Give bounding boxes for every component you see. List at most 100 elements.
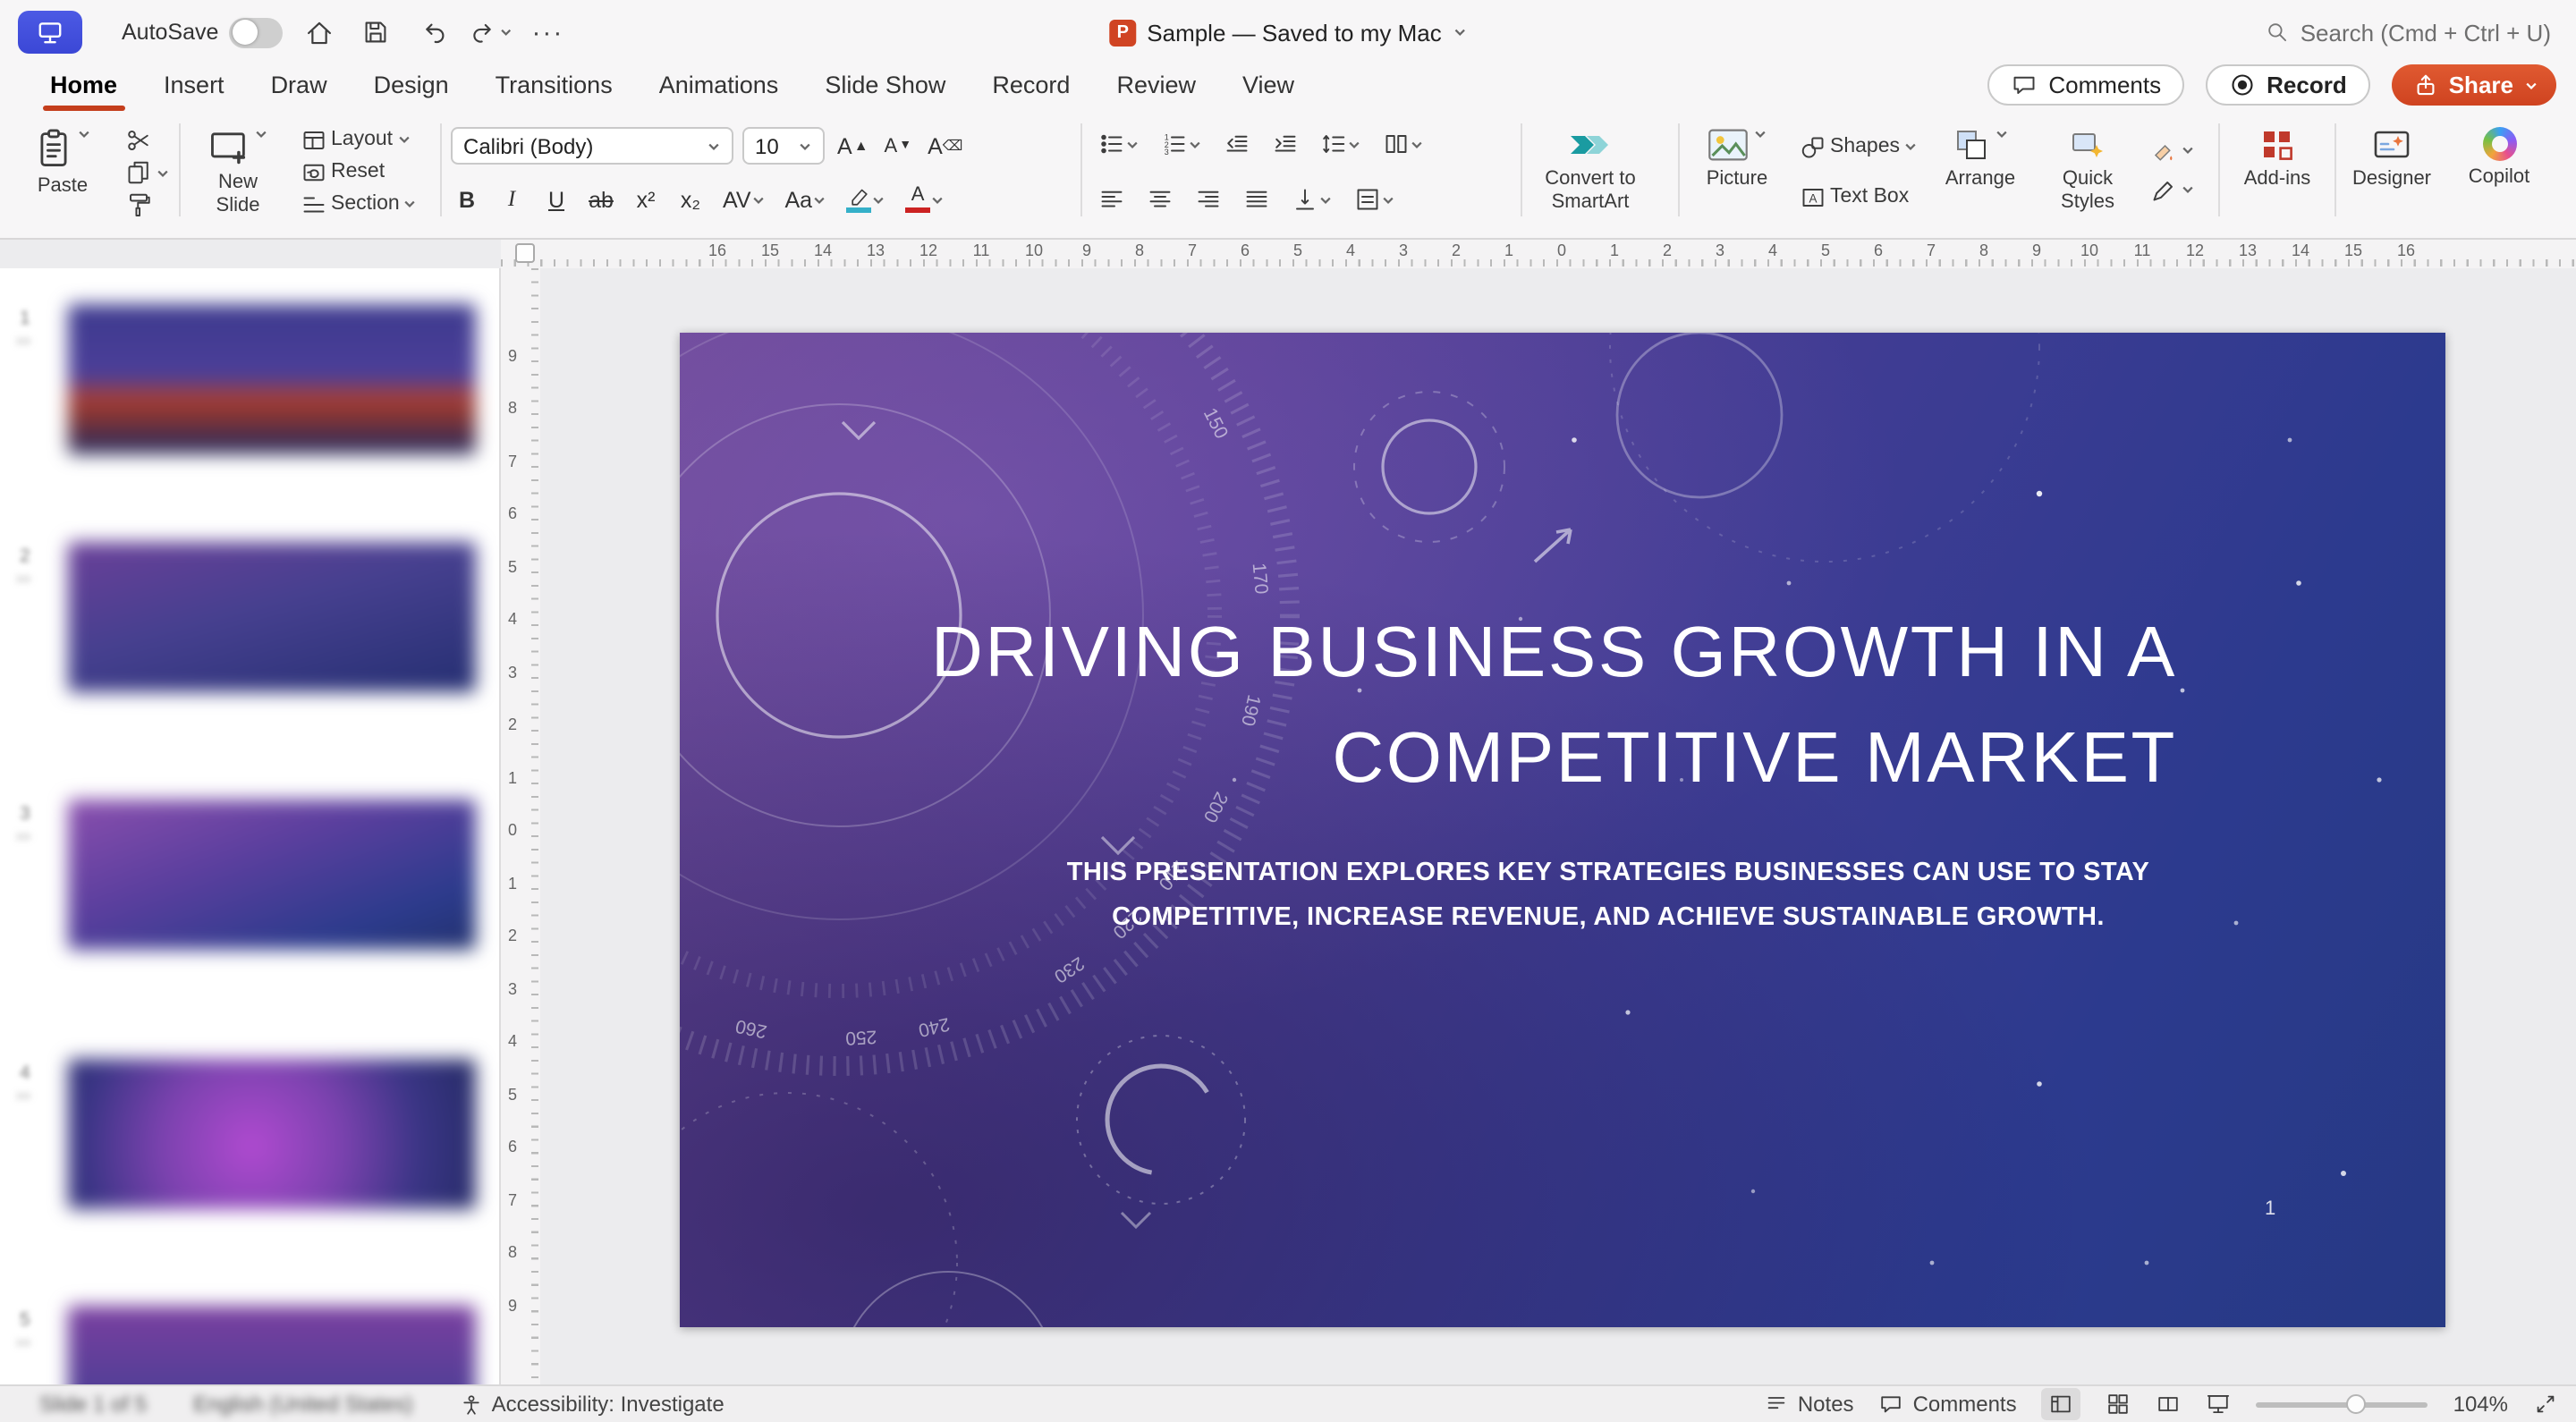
italic-button[interactable]: I (496, 182, 528, 216)
copy-button[interactable] (122, 157, 174, 188)
tab-view[interactable]: View (1242, 72, 1294, 111)
columns-button[interactable] (1379, 127, 1428, 161)
horizontal-ruler[interactable]: 16 15 14 13 12 11 10 9 8 7 6 5 4 3 2 1 0 1 2 3 4 5 6 7 8 9 10 11 12 1… (501, 240, 2576, 268)
redo-button[interactable] (469, 13, 512, 52)
slide-thumbnail-3[interactable] (68, 800, 476, 950)
align-text-button[interactable] (1351, 182, 1399, 216)
decrease-font-size-button[interactable]: A ▼ (881, 129, 916, 163)
align-right-button[interactable] (1191, 182, 1225, 216)
more-commands-button[interactable]: ··· (526, 13, 569, 52)
section-button[interactable]: Section (297, 188, 421, 220)
add-ins-button[interactable]: Add-ins (2229, 116, 2326, 231)
slideshow-button[interactable] (2207, 1392, 2232, 1417)
tab-animations[interactable]: Animations (659, 72, 779, 111)
app-icon-button[interactable] (18, 11, 82, 54)
zoom-slider-knob[interactable] (2345, 1394, 2366, 1414)
home-button[interactable] (297, 13, 340, 52)
bullets-button[interactable] (1095, 127, 1143, 161)
arrange-button[interactable]: Arrange (1932, 116, 2029, 231)
decrease-indent-button[interactable] (1220, 127, 1254, 161)
slide-title[interactable]: DRIVING BUSINESS GROWTH IN A COMPETITIVE… (889, 601, 2177, 813)
paste-button[interactable]: Paste (14, 116, 111, 231)
slide-thumbnail-panel[interactable]: 1 >> 2 >> 3 >> 4 >> 5 >> (0, 268, 501, 1384)
numbering-button[interactable]: 123 (1157, 127, 1206, 161)
zoom-slider[interactable] (2256, 1394, 2428, 1414)
shape-fill-button[interactable] (2147, 134, 2199, 166)
slide-thumbnail-1[interactable] (68, 304, 476, 454)
undo-button[interactable] (411, 13, 454, 52)
text-direction-icon (1296, 189, 1314, 210)
zoom-percentage[interactable]: 104% (2453, 1392, 2508, 1417)
line-spacing-button[interactable] (1317, 127, 1365, 161)
slide-sorter-view-button[interactable] (2106, 1392, 2131, 1417)
star-dot (2036, 490, 2043, 497)
picture-button[interactable]: Picture (1689, 116, 1785, 231)
save-button[interactable] (354, 13, 397, 52)
slide-canvas[interactable]: 150 170 190 200 210 220 230 240 250 260 DRIVING B… (680, 333, 2445, 1327)
font-size-combo[interactable]: 10 (742, 127, 825, 165)
tab-slide-show[interactable]: Slide Show (825, 72, 945, 111)
tab-home[interactable]: Home (43, 72, 123, 111)
superscript-button[interactable]: x² (630, 182, 662, 216)
dial-number: 150 (1199, 405, 1232, 443)
new-slide-button[interactable]: New Slide (190, 116, 286, 231)
increase-indent-button[interactable] (1268, 127, 1302, 161)
text-box-button[interactable]: A Text Box (1796, 181, 1921, 213)
bold-button[interactable]: B (451, 182, 483, 216)
strikethrough-button[interactable]: ab (585, 182, 617, 216)
align-center-button[interactable] (1143, 182, 1177, 216)
character-spacing-button[interactable]: AV (719, 182, 769, 216)
slide-subtitle[interactable]: THIS PRESENTATION EXPLORES KEY STRATEGIE… (1036, 851, 2181, 940)
comments-button[interactable]: Comments (1987, 64, 2185, 106)
text-highlight-button[interactable] (843, 182, 889, 216)
shape-outline-button[interactable] (2147, 174, 2199, 206)
normal-view-button[interactable] (2041, 1388, 2081, 1420)
text-direction-button[interactable] (1288, 182, 1336, 216)
font-name-combo[interactable]: Calibri (Body) (451, 127, 733, 165)
justify-button[interactable] (1240, 182, 1274, 216)
quick-styles-button[interactable]: Quick Styles (2039, 116, 2136, 231)
tab-draw[interactable]: Draw (271, 72, 327, 111)
tab-transitions[interactable]: Transitions (496, 72, 613, 111)
designer-button[interactable]: Designer (2343, 116, 2440, 231)
slide-thumbnail-2[interactable] (68, 542, 476, 692)
undo-icon (425, 22, 444, 43)
chevron-down-icon (405, 200, 416, 207)
increase-font-size-button[interactable]: A ▲ (834, 129, 872, 163)
tab-record[interactable]: Record (992, 72, 1070, 111)
align-left-button[interactable] (1095, 182, 1129, 216)
record-button[interactable]: Record (2206, 64, 2370, 106)
language-status[interactable]: English (United States) (193, 1392, 412, 1417)
autosave-control[interactable]: AutoSave (122, 17, 284, 47)
tab-review[interactable]: Review (1116, 72, 1196, 111)
slide-thumbnail-4[interactable] (68, 1059, 476, 1209)
vertical-ruler[interactable]: 9 8 7 6 5 4 3 2 1 0 1 2 3 4 5 6 7 8 9 (501, 268, 540, 1384)
search-field[interactable]: Search (Cmd + Ctrl + U) (2265, 0, 2551, 64)
autosave-toggle[interactable] (229, 17, 284, 47)
ruler-number: 5 (508, 557, 518, 575)
cut-button[interactable] (122, 125, 174, 157)
font-color-button[interactable]: A (902, 182, 948, 216)
fit-to-window-button[interactable] (2533, 1392, 2558, 1417)
share-button[interactable]: Share (2391, 64, 2556, 106)
format-painter-button[interactable] (122, 189, 174, 220)
subscript-button[interactable]: x₂ (674, 182, 707, 216)
tab-selector[interactable] (515, 243, 535, 263)
ruler-number: 1 (508, 874, 518, 892)
accessibility-status[interactable]: Accessibility: Investigate (460, 1392, 724, 1417)
copilot-button[interactable]: Copilot (2451, 116, 2547, 231)
reset-button[interactable]: Reset (297, 156, 421, 188)
slide-thumbnail-5[interactable] (68, 1306, 476, 1384)
comments-toggle-button[interactable]: Comments (1879, 1392, 2017, 1417)
clear-formatting-button[interactable]: A ⌫ (924, 129, 966, 163)
document-title-area[interactable]: P Sample — Saved to my Mac (1109, 0, 1466, 64)
tab-insert[interactable]: Insert (164, 72, 225, 111)
notes-button[interactable]: Notes (1764, 1392, 1854, 1417)
convert-to-smartart-button[interactable]: Convert to SmartArt (1508, 116, 1673, 231)
reading-view-button[interactable] (2157, 1392, 2182, 1417)
layout-button[interactable]: Layout (297, 123, 421, 156)
underline-button[interactable]: U (540, 182, 572, 216)
tab-design[interactable]: Design (374, 72, 449, 111)
shapes-button[interactable]: Shapes (1796, 131, 1921, 163)
change-case-button[interactable]: Aa (782, 182, 831, 216)
